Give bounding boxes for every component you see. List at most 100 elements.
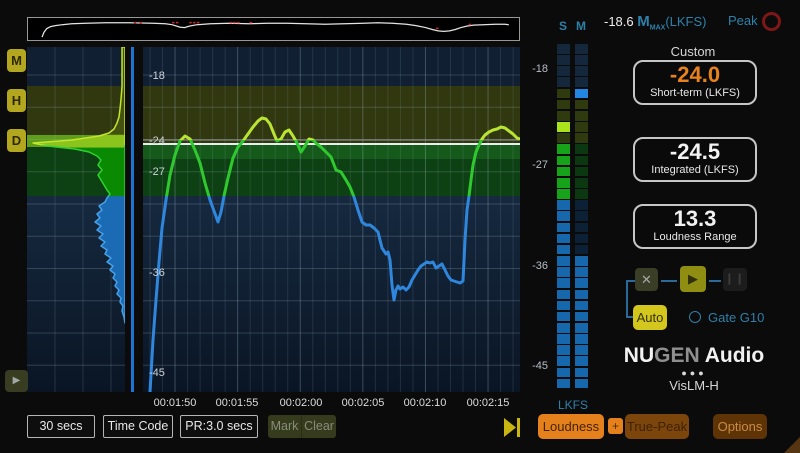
meter-segment — [575, 178, 588, 188]
logo-gen: GEN — [654, 344, 700, 367]
mmax-value: -18.6 — [604, 14, 634, 29]
options-button[interactable]: Options — [713, 414, 767, 439]
meter-segment — [557, 44, 570, 54]
meter-segment — [557, 211, 570, 221]
preset-name[interactable]: Custom — [633, 44, 753, 59]
meter-segment — [557, 356, 570, 366]
peak-indicator[interactable] — [762, 12, 781, 31]
meter-segment — [557, 334, 570, 344]
meter-segment — [557, 278, 570, 288]
meter-segment — [575, 234, 588, 244]
loudness-tab[interactable]: Loudness — [538, 414, 604, 439]
meter-segment — [575, 356, 588, 366]
meter-segment — [575, 55, 588, 65]
time-label: 00:02:05 — [342, 397, 385, 409]
mode-button-h[interactable]: H — [7, 89, 26, 112]
short-term-readout[interactable]: -24.0 Short-term (LKFS) — [633, 60, 757, 105]
meter-segment — [575, 189, 588, 199]
pause-icon: ❙❙ — [725, 273, 745, 285]
meter-segment — [557, 89, 570, 99]
pause-button[interactable]: ❙❙ — [723, 268, 747, 291]
mark-button[interactable]: Mark — [268, 415, 302, 438]
meter-segment — [557, 234, 570, 244]
loudness-range-value: 13.3 — [635, 207, 755, 231]
true-peak-tab[interactable]: True-Peak — [625, 414, 689, 439]
playhead-cursor[interactable] — [131, 47, 134, 392]
vislm-window: M H D -18-24-27-36-45 00:01:5000:01:5500… — [0, 0, 800, 453]
meter-segment — [557, 100, 570, 110]
overview-strip[interactable] — [27, 17, 520, 41]
meter-segment — [557, 290, 570, 300]
time-label: 00:02:10 — [404, 397, 447, 409]
loudness-range-label: Loudness Range — [635, 231, 755, 243]
auto-button[interactable]: Auto — [633, 305, 667, 330]
peak-label: Peak — [728, 13, 758, 28]
loudness-range-readout[interactable]: 13.3 Loudness Range — [633, 204, 757, 249]
meter-segment — [557, 133, 570, 143]
loudness-history-graph[interactable]: -18-24-27-36-45 — [143, 47, 520, 392]
meter-segment — [557, 122, 570, 132]
meter-segment — [557, 200, 570, 210]
meter-segment — [575, 211, 588, 221]
meter-segment — [575, 200, 588, 210]
meter-segment — [575, 245, 588, 255]
meter-segment — [557, 223, 570, 233]
meter-segment — [575, 133, 588, 143]
meter-segment — [575, 256, 588, 266]
mode-button-d[interactable]: D — [7, 129, 26, 152]
play-icon: ▶ — [688, 271, 698, 286]
history-back-button[interactable]: ▶ — [5, 370, 28, 392]
plus-button[interactable]: + — [608, 418, 623, 434]
meter-segment — [557, 156, 570, 166]
meter-scale-label: -18 — [522, 63, 548, 75]
mode-button-m[interactable]: M — [7, 49, 26, 72]
meter-segment — [575, 312, 588, 322]
integrated-value: -24.5 — [635, 140, 755, 164]
meter-segment — [557, 167, 570, 177]
logo-audio: Audio — [700, 344, 765, 367]
meter-segment — [575, 334, 588, 344]
mmax-subscript: MAX — [650, 25, 666, 32]
meter-segment — [575, 167, 588, 177]
meter-segment — [575, 111, 588, 121]
gate-label: Gate G10 — [708, 310, 764, 325]
practical-range-button[interactable]: PR:3.0 secs — [180, 415, 258, 438]
logo-nu: NU — [624, 344, 654, 367]
level-label: -24 — [149, 135, 165, 147]
meter-segment — [575, 66, 588, 76]
time-window-button[interactable]: 30 secs — [27, 415, 95, 438]
time-label: 00:02:00 — [280, 397, 323, 409]
meter-segment — [557, 66, 570, 76]
meter-segment — [575, 267, 588, 277]
integrated-readout[interactable]: -24.5 Integrated (LKFS) — [633, 137, 757, 182]
mmax-letter: M — [637, 13, 650, 30]
meter-segment — [575, 122, 588, 132]
reset-button[interactable]: ✕ — [635, 268, 658, 291]
short-term-meter — [557, 44, 570, 390]
skip-to-end-icon[interactable] — [504, 418, 521, 437]
meter-segment — [575, 156, 588, 166]
play-button[interactable]: ▶ — [680, 266, 706, 292]
meter-segment — [557, 379, 570, 389]
resize-grip[interactable] — [784, 437, 800, 453]
momentary-meter-label: M — [574, 19, 588, 33]
meter-segment — [575, 278, 588, 288]
meter-segment — [575, 301, 588, 311]
level-label: -36 — [149, 267, 165, 279]
meter-segment — [557, 267, 570, 277]
short-term-value: -24.0 — [635, 63, 755, 87]
nugen-logo: NUGEN Audio — [614, 344, 774, 368]
mmax-readout: -18.6 MMAX(LKFS) — [604, 13, 707, 32]
meter-segment — [557, 189, 570, 199]
meter-segment — [575, 290, 588, 300]
gate-radio[interactable] — [689, 311, 701, 323]
loudness-histogram — [27, 47, 125, 392]
meter-segment — [557, 77, 570, 87]
logo-dots: ●●● — [614, 368, 774, 378]
clear-button[interactable]: Clear — [302, 415, 336, 438]
meter-scale-label: -36 — [522, 260, 548, 272]
level-label: -27 — [149, 166, 165, 178]
time-label: 00:01:55 — [216, 397, 259, 409]
short-term-meter-label: S — [556, 19, 570, 33]
timecode-button[interactable]: Time Code — [103, 415, 173, 438]
